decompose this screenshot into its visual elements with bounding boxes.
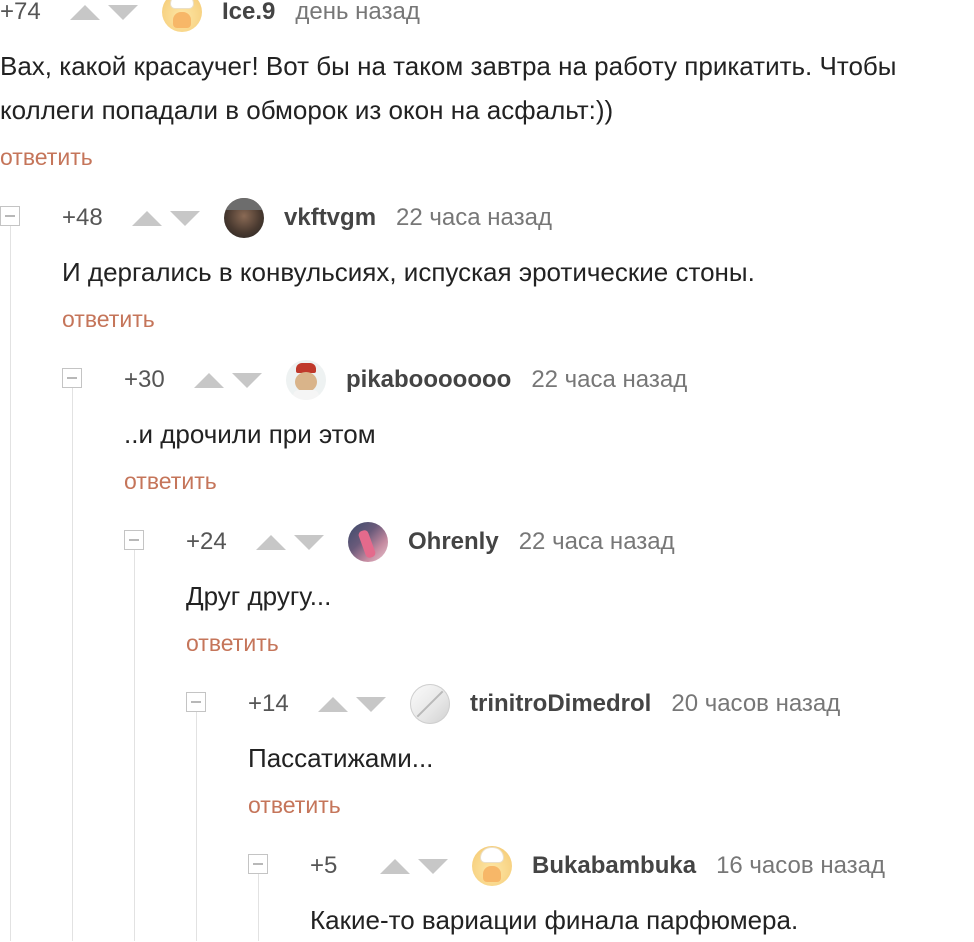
comment-text-line: Какие-то вариации финала парфюмера. xyxy=(310,905,799,935)
avatar[interactable] xyxy=(410,684,450,724)
comment: +14 trinitroDimedrol 20 часов назад Пасс… xyxy=(248,684,968,824)
timestamp[interactable]: день назад xyxy=(295,0,419,26)
upvote-icon[interactable] xyxy=(318,696,348,712)
comment-rating: +74 xyxy=(0,0,41,25)
comment-header: +5 Bukabambuka 16 часов назад xyxy=(310,846,885,886)
comment-rating: +30 xyxy=(124,366,165,393)
username[interactable]: Bukabambuka xyxy=(532,852,696,880)
collapse-toggle[interactable] xyxy=(124,530,144,550)
timestamp[interactable]: 16 часов назад xyxy=(716,852,885,880)
comment-header: +74 Ice.9 день назад xyxy=(0,0,420,32)
reply-link[interactable]: ответить xyxy=(62,306,155,333)
username[interactable]: Ohrenly xyxy=(408,528,499,556)
downvote-icon[interactable] xyxy=(108,4,138,20)
thread-line-level-3 xyxy=(134,550,135,941)
downvote-icon[interactable] xyxy=(356,696,386,712)
comment-rating: +5 xyxy=(310,852,338,879)
thread-line-level-4 xyxy=(196,712,197,941)
reply-link[interactable]: ответить xyxy=(186,630,279,657)
downvote-icon[interactable] xyxy=(294,534,324,550)
comment-header: +30 pikabooooooo 22 часа назад xyxy=(124,360,687,400)
collapse-toggle[interactable] xyxy=(248,854,268,874)
comment: +24 Ohrenly 22 часа назад Друг другу... … xyxy=(186,522,966,662)
timestamp[interactable]: 22 часа назад xyxy=(531,366,687,394)
reply-link[interactable]: ответить xyxy=(248,792,341,819)
timestamp[interactable]: 20 часов назад xyxy=(671,690,840,718)
username[interactable]: pikabooooooo xyxy=(346,366,511,394)
timestamp[interactable]: 22 часа назад xyxy=(396,204,552,232)
comment-text-line: Друг другу... xyxy=(186,581,332,611)
thread-line-level-2 xyxy=(72,388,73,941)
upvote-icon[interactable] xyxy=(132,210,162,226)
comment-rating: +14 xyxy=(248,690,289,717)
upvote-icon[interactable] xyxy=(256,534,286,550)
comment-rating: +48 xyxy=(62,204,103,231)
comment: +48 vkftvgm 22 часа назад И дергались в … xyxy=(62,198,962,338)
comment-text-line: коллеги попадали в обморок из окон на ас… xyxy=(0,95,614,125)
avatar[interactable] xyxy=(286,360,326,400)
comment: +74 Ice.9 день назад Вах, какой красауче… xyxy=(0,0,974,172)
avatar[interactable] xyxy=(348,522,388,562)
downvote-icon[interactable] xyxy=(232,372,262,388)
comment: +30 pikabooooooo 22 часа назад ..и дрочи… xyxy=(124,360,964,500)
avatar[interactable] xyxy=(224,198,264,238)
thread-line-level-5 xyxy=(258,874,259,941)
comment-text-line: Пассатижами... xyxy=(248,743,434,773)
username[interactable]: vkftvgm xyxy=(284,204,376,232)
username[interactable]: trinitroDimedrol xyxy=(470,690,651,718)
comment-text-line: ..и дрочили при этом xyxy=(124,419,376,449)
upvote-icon[interactable] xyxy=(194,372,224,388)
avatar[interactable] xyxy=(162,0,202,32)
avatar[interactable] xyxy=(472,846,512,886)
downvote-icon[interactable] xyxy=(418,858,448,874)
comment-header: +14 trinitroDimedrol 20 часов назад xyxy=(248,684,840,724)
comment-rating: +24 xyxy=(186,528,227,555)
collapse-toggle[interactable] xyxy=(62,368,82,388)
upvote-icon[interactable] xyxy=(380,858,410,874)
comment-text-line: И дергались в конвульсиях, испуская эрот… xyxy=(62,257,755,287)
downvote-icon[interactable] xyxy=(170,210,200,226)
comment: +5 Bukabambuka 16 часов назад Какие-то в… xyxy=(310,846,970,941)
thread-line-level-1 xyxy=(10,226,11,941)
comment-header: +24 Ohrenly 22 часа назад xyxy=(186,522,675,562)
upvote-icon[interactable] xyxy=(70,4,100,20)
collapse-toggle[interactable] xyxy=(186,692,206,712)
reply-link[interactable]: ответить xyxy=(0,144,93,171)
timestamp[interactable]: 22 часа назад xyxy=(519,528,675,556)
username[interactable]: Ice.9 xyxy=(222,0,275,26)
reply-link[interactable]: ответить xyxy=(124,468,217,495)
comment-text-line: Вах, какой красаучег! Вот бы на таком за… xyxy=(0,51,897,81)
collapse-toggle[interactable] xyxy=(0,206,20,226)
comment-header: +48 vkftvgm 22 часа назад xyxy=(62,198,552,238)
